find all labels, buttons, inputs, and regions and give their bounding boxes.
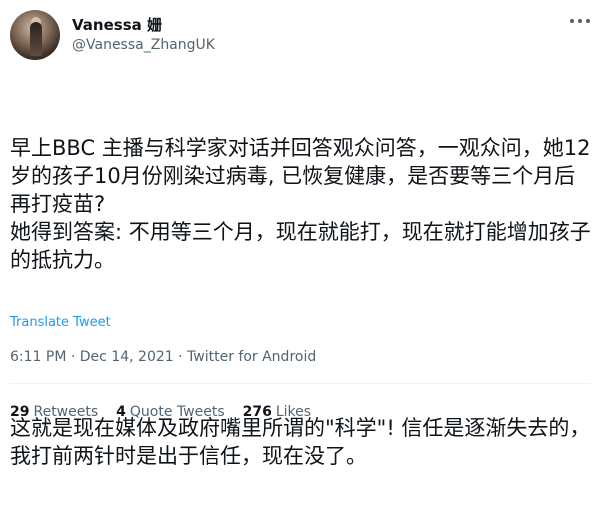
meta-separator: · [178, 349, 183, 365]
quote-tweets-count: 4 [116, 404, 126, 420]
author-handle[interactable]: @Vanessa_ZhangUK [72, 37, 215, 53]
divider [10, 383, 590, 384]
likes-label: Likes [275, 404, 312, 420]
more-dot [570, 19, 574, 23]
tweet-paragraph-2: 这就是现在媒体及政府嘴里所谓的"科学"! 信任是逐渐失去的，我打前两针时是出于信… [10, 416, 591, 468]
avatar-figure-shape [30, 22, 42, 56]
more-dot [578, 19, 582, 23]
quote-tweets-label: Quote Tweets [129, 404, 225, 420]
tweet-body: 早上BBC 主播与科学家对话并回答观众问答，一观众问，她12岁的孩子10月份刚染… [10, 78, 595, 526]
likes-count: 276 [242, 404, 272, 420]
tweet-stats: 29 Retweets 4 Quote Tweets 276 Likes [10, 404, 329, 420]
tweet-meta: 6:11 PM · Dec 14, 2021 · Twitter for And… [10, 349, 316, 365]
tweet-card: Vanessa 姗 @Vanessa_ZhangUK 早上BBC 主播与科学家对… [0, 0, 600, 468]
more-dot [586, 19, 590, 23]
tweet-time[interactable]: 6:11 PM [10, 349, 66, 365]
retweets-count: 29 [10, 404, 30, 420]
likes-stat[interactable]: 276 Likes [243, 404, 311, 420]
quote-tweets-stat[interactable]: 4 Quote Tweets [116, 404, 224, 420]
translate-tweet-link[interactable]: Translate Tweet [10, 315, 111, 330]
author-display-name[interactable]: Vanessa 姗 [72, 14, 162, 35]
meta-separator: · [70, 349, 76, 365]
retweets-label: Retweets [33, 404, 99, 420]
tweet-date[interactable]: Dec 14, 2021 [80, 349, 174, 365]
retweets-stat[interactable]: 29 Retweets [10, 404, 98, 420]
tweet-paragraph-1: 早上BBC 主播与科学家对话并回答观众问答，一观众问，她12岁的孩子10月份刚染… [10, 136, 591, 272]
avatar[interactable] [10, 10, 60, 60]
tweet-source[interactable]: Twitter for Android [187, 349, 316, 365]
more-icon[interactable] [570, 15, 590, 27]
